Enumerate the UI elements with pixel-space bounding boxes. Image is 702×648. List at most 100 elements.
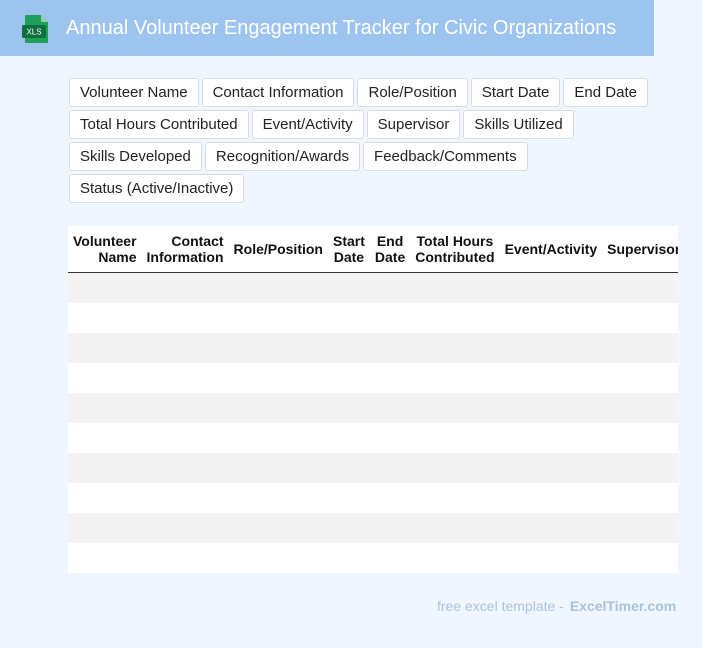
table-cell[interactable] xyxy=(369,483,411,513)
table-cell[interactable] xyxy=(141,333,229,363)
column-header[interactable]: Role/Position xyxy=(228,226,328,273)
table-cell[interactable] xyxy=(141,303,229,333)
column-tag[interactable]: End Date xyxy=(563,78,648,107)
table-cell[interactable] xyxy=(141,393,229,423)
column-tag[interactable]: Contact Information xyxy=(201,78,355,107)
table-cell[interactable] xyxy=(499,483,603,513)
table-cell[interactable] xyxy=(499,363,603,393)
column-header[interactable]: Contact Information xyxy=(141,226,229,273)
table-cell[interactable] xyxy=(410,333,500,363)
table-cell[interactable] xyxy=(68,363,142,393)
table-cell[interactable] xyxy=(228,543,328,573)
table-cell[interactable] xyxy=(602,483,678,513)
table-cell[interactable] xyxy=(369,393,411,423)
table-cell[interactable] xyxy=(499,543,603,573)
table-cell[interactable] xyxy=(228,272,328,303)
table-cell[interactable] xyxy=(602,333,678,363)
table-cell[interactable] xyxy=(228,483,328,513)
table-cell[interactable] xyxy=(369,272,411,303)
footer-brand-link[interactable]: ExcelTimer.com xyxy=(570,598,676,614)
table-cell[interactable] xyxy=(410,513,500,543)
table-cell[interactable] xyxy=(68,483,142,513)
table-cell[interactable] xyxy=(327,543,370,573)
table-cell[interactable] xyxy=(228,423,328,453)
table-cell[interactable] xyxy=(68,543,142,573)
table-cell[interactable] xyxy=(499,333,603,363)
column-header[interactable]: Event/Activity xyxy=(499,226,603,273)
column-tag[interactable]: Status (Active/Inactive) xyxy=(69,174,245,203)
table-cell[interactable] xyxy=(327,423,370,453)
table-cell[interactable] xyxy=(327,453,370,483)
table-cell[interactable] xyxy=(228,333,328,363)
table-cell[interactable] xyxy=(499,423,603,453)
table-cell[interactable] xyxy=(327,483,370,513)
table-cell[interactable] xyxy=(369,333,411,363)
column-tag[interactable]: Event/Activity xyxy=(251,110,364,139)
table-cell[interactable] xyxy=(410,303,500,333)
table-cell[interactable] xyxy=(327,333,370,363)
table-cell[interactable] xyxy=(228,363,328,393)
table-cell[interactable] xyxy=(141,272,229,303)
column-header[interactable]: Start Date xyxy=(327,226,370,273)
table-cell[interactable] xyxy=(327,303,370,333)
table-cell[interactable] xyxy=(141,483,229,513)
column-tag[interactable]: Skills Utilized xyxy=(463,110,574,139)
column-tag[interactable]: Recognition/Awards xyxy=(204,142,361,171)
table-cell[interactable] xyxy=(602,393,678,423)
tracker-table-container[interactable]: Volunteer Name Contact Information Role/Posi… xyxy=(68,226,678,573)
table-cell[interactable] xyxy=(410,363,500,393)
table-cell[interactable] xyxy=(410,423,500,453)
table-cell[interactable] xyxy=(369,453,411,483)
column-tag[interactable]: Volunteer Name xyxy=(69,78,199,107)
table-cell[interactable] xyxy=(228,393,328,423)
column-tag[interactable]: Supervisor xyxy=(366,110,461,139)
table-cell[interactable] xyxy=(602,363,678,393)
table-cell[interactable] xyxy=(369,513,411,543)
column-header[interactable]: Volunteer Name xyxy=(68,226,142,273)
table-cell[interactable] xyxy=(499,513,603,543)
table-cell[interactable] xyxy=(410,393,500,423)
table-cell[interactable] xyxy=(327,393,370,423)
table-cell[interactable] xyxy=(141,513,229,543)
column-tag[interactable]: Feedback/Comments xyxy=(363,142,528,171)
table-cell[interactable] xyxy=(410,543,500,573)
column-header[interactable]: End Date xyxy=(369,226,411,273)
table-cell[interactable] xyxy=(369,423,411,453)
table-cell[interactable] xyxy=(369,303,411,333)
table-cell[interactable] xyxy=(602,543,678,573)
column-tag[interactable]: Total Hours Contributed xyxy=(69,110,249,139)
column-tag[interactable]: Skills Developed xyxy=(69,142,202,171)
table-cell[interactable] xyxy=(228,453,328,483)
table-cell[interactable] xyxy=(228,513,328,543)
table-cell[interactable] xyxy=(141,423,229,453)
table-cell[interactable] xyxy=(68,513,142,543)
table-cell[interactable] xyxy=(410,483,500,513)
table-cell[interactable] xyxy=(602,303,678,333)
table-cell[interactable] xyxy=(602,423,678,453)
column-header[interactable]: Supervisor xyxy=(602,226,678,273)
table-cell[interactable] xyxy=(499,272,603,303)
table-cell[interactable] xyxy=(410,272,500,303)
table-cell[interactable] xyxy=(141,543,229,573)
table-cell[interactable] xyxy=(327,272,370,303)
table-cell[interactable] xyxy=(68,423,142,453)
table-cell[interactable] xyxy=(499,303,603,333)
table-cell[interactable] xyxy=(68,393,142,423)
table-cell[interactable] xyxy=(68,303,142,333)
table-cell[interactable] xyxy=(68,453,142,483)
table-cell[interactable] xyxy=(141,363,229,393)
table-cell[interactable] xyxy=(499,393,603,423)
table-cell[interactable] xyxy=(602,272,678,303)
table-cell[interactable] xyxy=(327,363,370,393)
table-cell[interactable] xyxy=(369,363,411,393)
column-tag[interactable]: Start Date xyxy=(470,78,561,107)
table-cell[interactable] xyxy=(602,453,678,483)
column-tag[interactable]: Role/Position xyxy=(357,78,468,107)
table-cell[interactable] xyxy=(228,303,328,333)
table-cell[interactable] xyxy=(68,333,142,363)
table-cell[interactable] xyxy=(499,453,603,483)
table-cell[interactable] xyxy=(141,453,229,483)
table-cell[interactable] xyxy=(369,543,411,573)
table-cell[interactable] xyxy=(410,453,500,483)
table-cell[interactable] xyxy=(327,513,370,543)
